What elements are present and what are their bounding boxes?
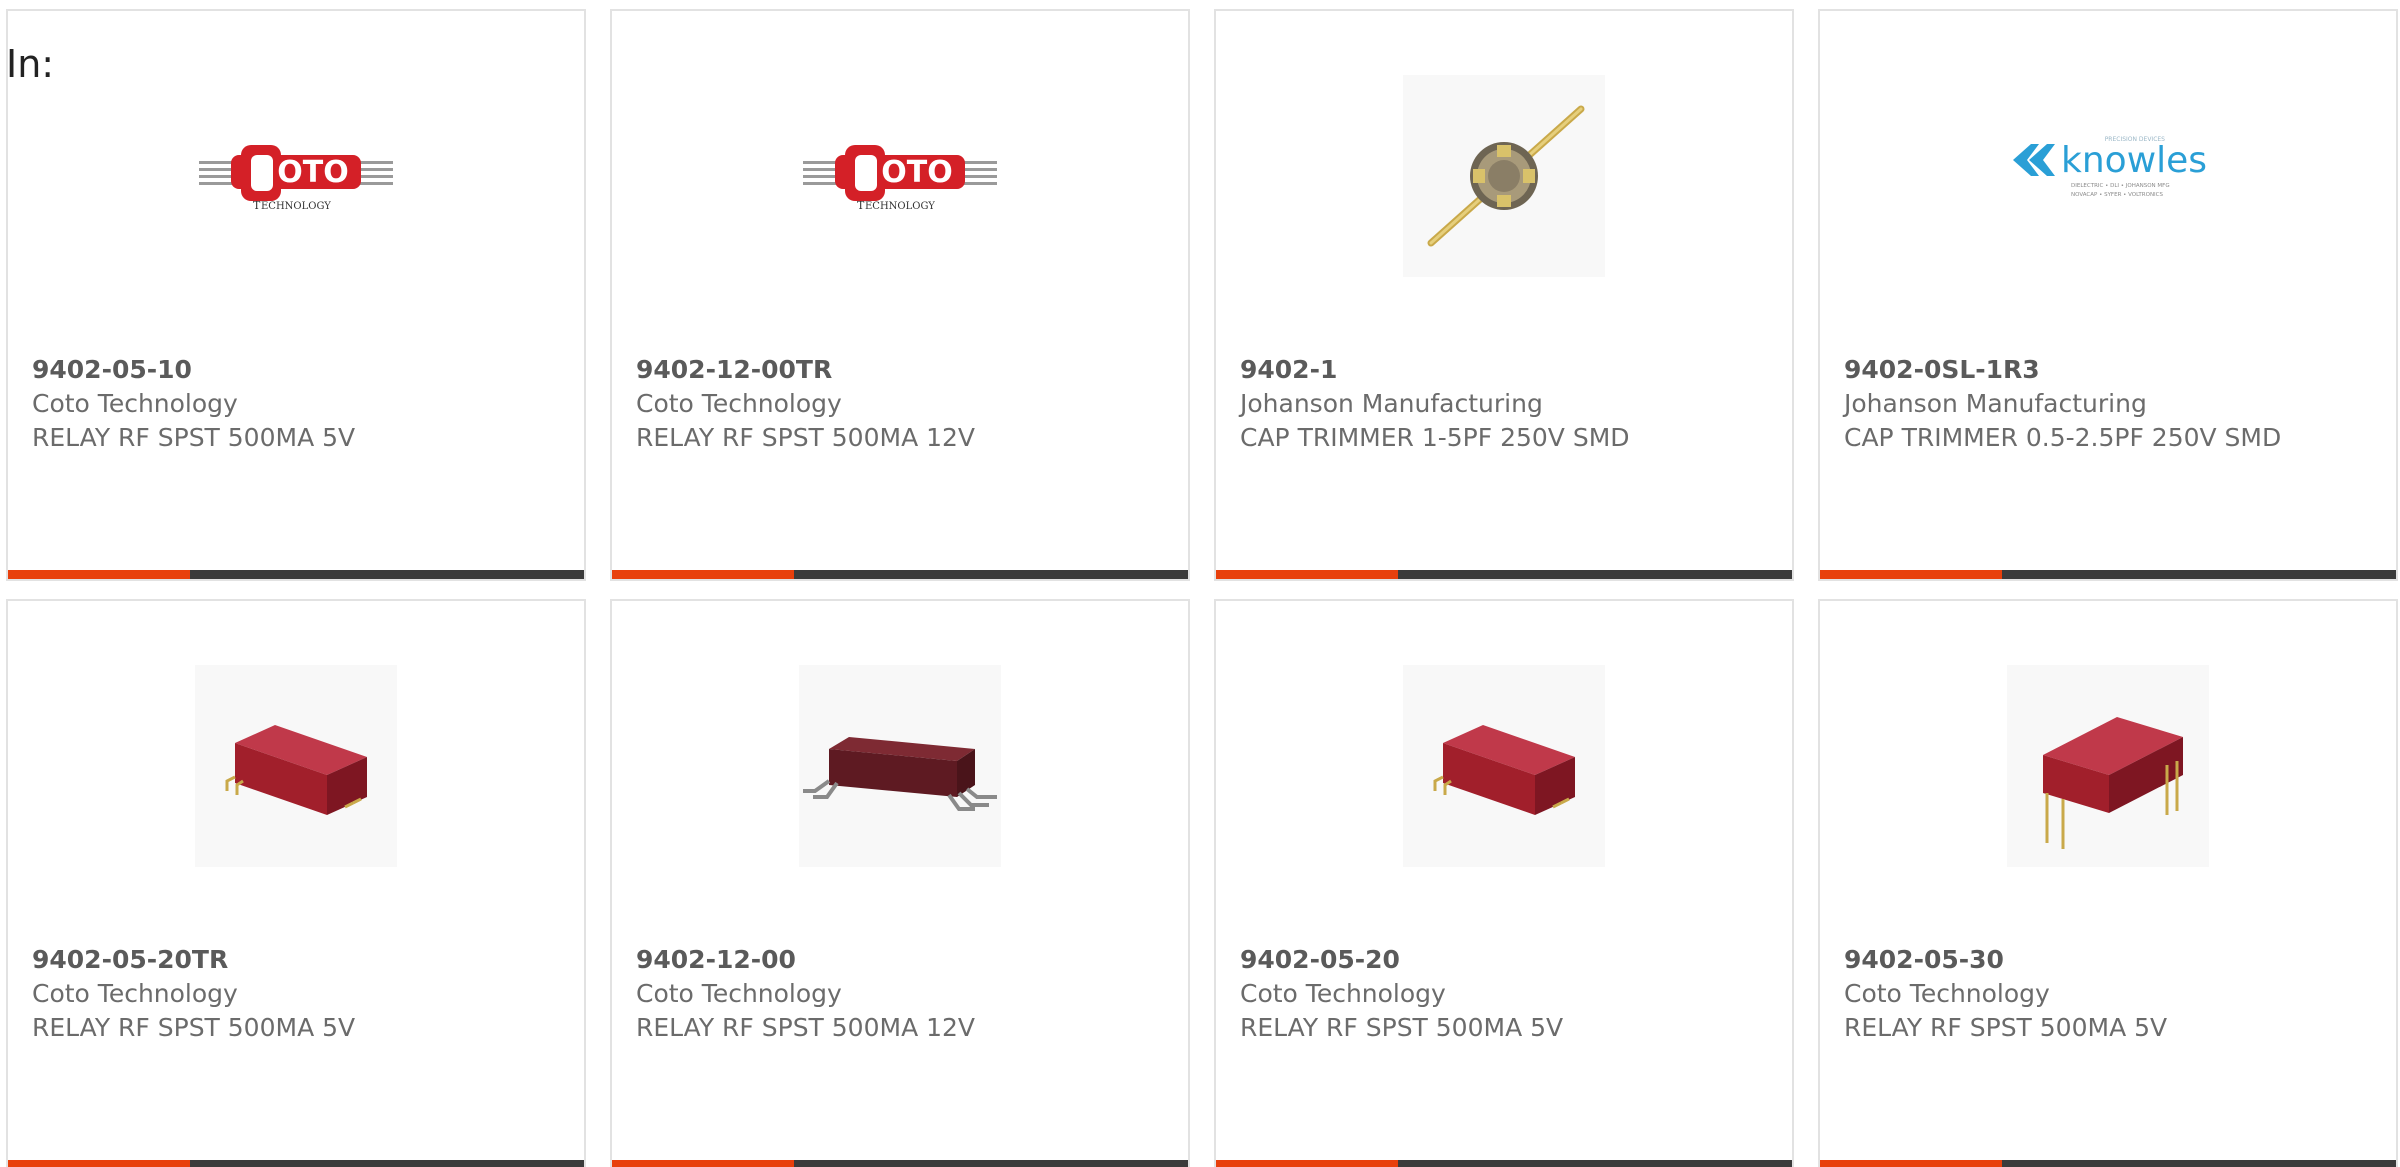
card-bottom-bar [1216,570,1792,579]
manufacturer: Coto Technology [32,389,238,418]
card-bottom-bar [612,570,1188,579]
product-image[interactable]: OTO T ECHNOLOGY [195,75,397,277]
card-bottom-bar [1820,1160,2396,1167]
smd-relay-icon [799,665,1001,867]
description: RELAY RF SPST 500MA 5V [32,423,356,452]
card-bottom-bar [8,1160,584,1167]
description: RELAY RF SPST 500MA 5V [32,1013,356,1042]
part-number[interactable]: 9402-05-30 [1844,943,2372,977]
description: RELAY RF SPST 500MA 5V [1844,1013,2168,1042]
manufacturer: Coto Technology [636,979,842,1008]
through-hole-relay-icon [2007,665,2209,867]
description: RELAY RF SPST 500MA 12V [636,1013,976,1042]
part-number[interactable]: 9402-12-00 [636,943,1164,977]
product-grid: OTO T ECHNOLOGY 9402-05-10 Coto Technolo… [6,9,2398,1167]
product-image[interactable]: OTO T ECHNOLOGY [799,75,1001,277]
product-info: 9402-05-20 Coto Technology RELAY RF SPST… [1240,943,1768,1045]
red-relay-icon [1403,665,1605,867]
manufacturer: Johanson Manufacturing [1240,389,1543,418]
svg-text:ECHNOLOGY: ECHNOLOGY [261,201,331,212]
knowles-logo-icon: PRECISION DEVICES knowles DIELECTRIC • D… [2013,136,2207,198]
manufacturer: Coto Technology [1844,979,2050,1008]
card-accent-bar [1216,1160,1398,1167]
card-bottom-bar [1216,1160,1792,1167]
product-info: 9402-05-20TR Coto Technology RELAY RF SP… [32,943,560,1045]
coto-logo-icon: OTO T ECHNOLOGY [199,145,393,212]
product-card[interactable]: 9402-05-20 Coto Technology RELAY RF SPST… [1214,599,1794,1167]
card-accent-bar [612,1160,794,1167]
product-card[interactable]: 9402-05-20TR Coto Technology RELAY RF SP… [6,599,586,1167]
product-image[interactable]: PRECISION DEVICES knowles DIELECTRIC • D… [2007,75,2209,277]
product-card[interactable]: PRECISION DEVICES knowles DIELECTRIC • D… [1818,9,2398,581]
part-number[interactable]: 9402-05-10 [32,353,560,387]
description: RELAY RF SPST 500MA 12V [636,423,976,452]
trimmer-capacitor-icon [1403,75,1605,277]
part-number[interactable]: 9402-12-00TR [636,353,1164,387]
product-info: 9402-05-30 Coto Technology RELAY RF SPST… [1844,943,2372,1045]
product-results-page: In: OTO T ECHNOLOGY 9402-05-10 Coto Tech… [0,0,2400,1167]
part-number[interactable]: 9402-1 [1240,353,1768,387]
product-image[interactable] [1403,665,1605,867]
manufacturer: Johanson Manufacturing [1844,389,2147,418]
product-card[interactable]: 9402-12-00 Coto Technology RELAY RF SPST… [610,599,1190,1167]
svg-text:NOVACAP • SYFER • VOLTRONICS: NOVACAP • SYFER • VOLTRONICS [2071,192,2164,198]
product-info: 9402-05-10 Coto Technology RELAY RF SPST… [32,353,560,455]
card-bottom-bar [1820,570,2396,579]
card-accent-bar [612,570,794,579]
product-image[interactable] [2007,665,2209,867]
product-image[interactable] [195,665,397,867]
svg-text:OTO: OTO [277,155,348,190]
card-accent-bar [1820,570,2002,579]
description: CAP TRIMMER 0.5-2.5PF 250V SMD [1844,423,2282,452]
product-info: 9402-0SL-1R3 Johanson Manufacturing CAP … [1844,353,2372,455]
product-image[interactable] [799,665,1001,867]
card-bottom-bar [612,1160,1188,1167]
part-number[interactable]: 9402-0SL-1R3 [1844,353,2372,387]
description: RELAY RF SPST 500MA 5V [1240,1013,1564,1042]
part-number[interactable]: 9402-05-20TR [32,943,560,977]
product-info: 9402-12-00 Coto Technology RELAY RF SPST… [636,943,1164,1045]
manufacturer: Coto Technology [636,389,842,418]
manufacturer: Coto Technology [1240,979,1446,1008]
svg-text:DIELECTRIC • DLI • JOHANSON MF: DIELECTRIC • DLI • JOHANSON MFG [2071,183,2170,189]
product-card[interactable]: 9402-1 Johanson Manufacturing CAP TRIMME… [1214,9,1794,581]
card-accent-bar [8,1160,190,1167]
product-image[interactable] [1403,75,1605,277]
svg-text:ECHNOLOGY: ECHNOLOGY [865,201,935,212]
card-accent-bar [1216,570,1398,579]
product-card[interactable]: OTO T ECHNOLOGY 9402-05-10 Coto Technolo… [6,9,586,581]
svg-text:T: T [253,199,261,212]
coto-logo-icon: OTO T ECHNOLOGY [803,145,997,212]
filter-in-label: In: [6,42,55,86]
svg-text:OTO: OTO [881,155,952,190]
card-bottom-bar [8,570,584,579]
card-accent-bar [1820,1160,2002,1167]
manufacturer: Coto Technology [32,979,238,1008]
product-info: 9402-12-00TR Coto Technology RELAY RF SP… [636,353,1164,455]
card-accent-bar [8,570,190,579]
svg-text:knowles: knowles [2061,140,2207,181]
product-card[interactable]: 9402-05-30 Coto Technology RELAY RF SPST… [1818,599,2398,1167]
red-relay-icon [195,665,397,867]
svg-text:T: T [857,199,865,212]
description: CAP TRIMMER 1-5PF 250V SMD [1240,423,1630,452]
product-info: 9402-1 Johanson Manufacturing CAP TRIMME… [1240,353,1768,455]
part-number[interactable]: 9402-05-20 [1240,943,1768,977]
product-card[interactable]: OTO T ECHNOLOGY 9402-12-00TR Coto Techno… [610,9,1190,581]
